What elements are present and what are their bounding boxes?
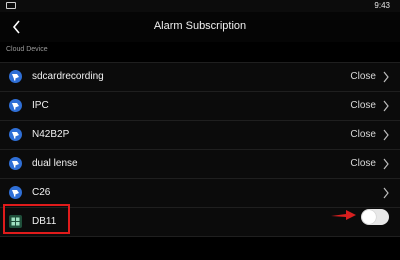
chevron-right-icon xyxy=(383,158,389,170)
device-name: sdcardrecording xyxy=(32,71,104,82)
highlight-box xyxy=(3,204,70,234)
device-name: N42B2P xyxy=(32,129,70,140)
page-title: Alarm Subscription xyxy=(153,20,247,32)
device-row-sdcardrecording[interactable]: sdcardrecording Close xyxy=(0,62,400,92)
header: Alarm Subscription xyxy=(0,12,400,42)
status-time: 9:43 xyxy=(374,1,390,10)
section-label: Cloud Device xyxy=(6,46,48,53)
device-name: C26 xyxy=(32,187,51,198)
camera-icon xyxy=(9,186,22,199)
status-bar: 9:43 xyxy=(0,0,400,12)
chevron-right-icon xyxy=(383,71,389,83)
chevron-right-icon xyxy=(383,129,389,141)
chevron-right-icon xyxy=(383,100,389,112)
red-arrow-icon xyxy=(331,210,356,220)
device-status: Close xyxy=(350,158,376,169)
device-row-n42b2p[interactable]: N42B2P Close xyxy=(0,121,400,150)
device-status: Close xyxy=(350,71,376,82)
camera-icon xyxy=(9,128,22,141)
chevron-right-icon xyxy=(383,187,389,199)
device-status: Close xyxy=(350,100,376,111)
camera-icon xyxy=(9,99,22,112)
alarm-toggle[interactable] xyxy=(361,209,389,225)
device-row-dual-lense[interactable]: dual lense Close xyxy=(0,150,400,179)
device-name: dual lense xyxy=(32,158,78,169)
toggle-knob xyxy=(362,210,376,224)
device-status: Close xyxy=(350,129,376,140)
camera-icon xyxy=(9,157,22,170)
screen-icon xyxy=(6,2,16,9)
camera-icon xyxy=(9,70,22,83)
device-row-ipc[interactable]: IPC Close xyxy=(0,92,400,121)
device-name: IPC xyxy=(32,100,49,111)
